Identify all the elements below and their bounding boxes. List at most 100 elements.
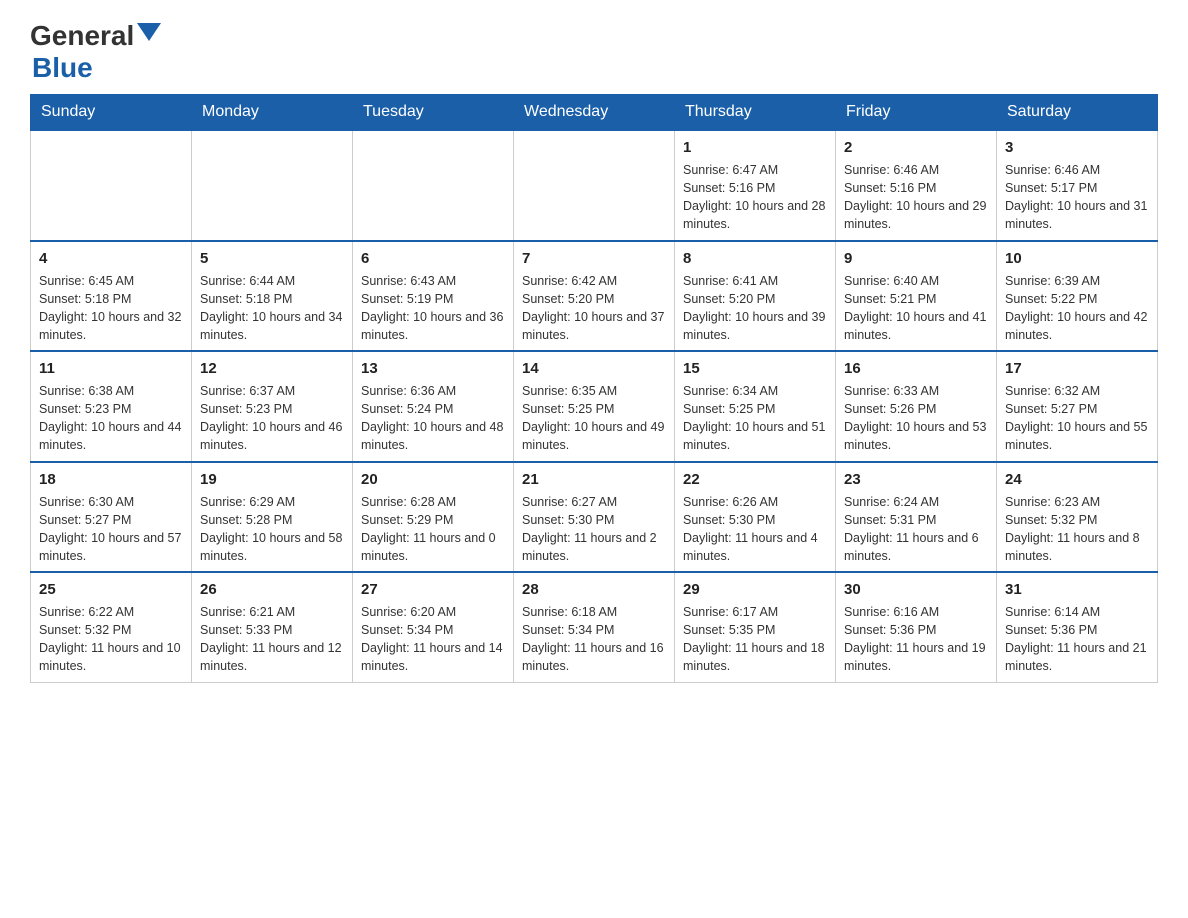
page-header: General Blue [30,20,1158,84]
calendar-day-cell [514,130,675,241]
calendar-day-cell: 28 Sunrise: 6:18 AM Sunset: 5:34 PM Dayli… [514,572,675,682]
day-number: 31 [1005,579,1149,600]
calendar-header-wednesday: Wednesday [514,95,675,131]
day-number: 2 [844,137,988,158]
day-number: 26 [200,579,344,600]
calendar-day-cell: 29 Sunrise: 6:17 AM Sunset: 5:35 PM Dayli… [675,572,836,682]
calendar-day-cell: 12 Sunrise: 6:37 AM Sunset: 5:23 PM Dayli… [192,351,353,462]
calendar-header-row: SundayMondayTuesdayWednesdayThursdayFrid… [31,95,1158,131]
calendar-day-cell: 14Sunrise: 6:35 AM Sunset: 5:25 PM Dayli… [514,351,675,462]
calendar-header-friday: Friday [836,95,997,131]
day-info: Sunrise: 6:36 AM Sunset: 5:24 PM Dayligh… [361,382,505,455]
day-info: Sunrise: 6:18 AM Sunset: 5:34 PM Dayligh… [522,603,666,676]
day-number: 7 [522,248,666,269]
calendar-day-cell: 5 Sunrise: 6:44 AM Sunset: 5:18 PM Daylig… [192,241,353,352]
day-info: Sunrise: 6:47 AM Sunset: 5:16 PM Dayligh… [683,161,827,234]
day-number: 23 [844,469,988,490]
calendar-day-cell: 6 Sunrise: 6:43 AM Sunset: 5:19 PM Daylig… [353,241,514,352]
calendar-day-cell [31,130,192,241]
day-info: Sunrise: 6:37 AM Sunset: 5:23 PM Dayligh… [200,382,344,455]
day-info: Sunrise: 6:45 AM Sunset: 5:18 PM Dayligh… [39,272,183,345]
calendar-week-row: 4 Sunrise: 6:45 AM Sunset: 5:18 PM Daylig… [31,241,1158,352]
calendar-day-cell: 19 Sunrise: 6:29 AM Sunset: 5:28 PM Dayli… [192,462,353,573]
day-number: 3 [1005,137,1149,158]
day-number: 30 [844,579,988,600]
day-info: Sunrise: 6:16 AM Sunset: 5:36 PM Dayligh… [844,603,988,676]
day-number: 5 [200,248,344,269]
day-info: Sunrise: 6:44 AM Sunset: 5:18 PM Dayligh… [200,272,344,345]
day-info: Sunrise: 6:29 AM Sunset: 5:28 PM Dayligh… [200,493,344,566]
day-info: Sunrise: 6:24 AM Sunset: 5:31 PM Dayligh… [844,493,988,566]
day-info: Sunrise: 6:40 AM Sunset: 5:21 PM Dayligh… [844,272,988,345]
day-info: Sunrise: 6:17 AM Sunset: 5:35 PM Dayligh… [683,603,827,676]
calendar-day-cell: 1 Sunrise: 6:47 AM Sunset: 5:16 PM Daylig… [675,130,836,241]
logo-blue-text: Blue [32,52,93,83]
day-number: 9 [844,248,988,269]
calendar-day-cell: 4 Sunrise: 6:45 AM Sunset: 5:18 PM Daylig… [31,241,192,352]
calendar-header-saturday: Saturday [997,95,1158,131]
day-number: 16 [844,358,988,379]
calendar-day-cell: 8 Sunrise: 6:41 AM Sunset: 5:20 PM Daylig… [675,241,836,352]
calendar-day-cell: 26 Sunrise: 6:21 AM Sunset: 5:33 PM Dayli… [192,572,353,682]
day-info: Sunrise: 6:14 AM Sunset: 5:36 PM Dayligh… [1005,603,1149,676]
day-number: 28 [522,579,666,600]
calendar-day-cell: 10 Sunrise: 6:39 AM Sunset: 5:22 PM Dayli… [997,241,1158,352]
calendar-table: SundayMondayTuesdayWednesdayThursdayFrid… [30,94,1158,683]
calendar-week-row: 11Sunrise: 6:38 AM Sunset: 5:23 PM Dayli… [31,351,1158,462]
day-number: 6 [361,248,505,269]
day-number: 22 [683,469,827,490]
day-info: Sunrise: 6:41 AM Sunset: 5:20 PM Dayligh… [683,272,827,345]
calendar-day-cell: 18Sunrise: 6:30 AM Sunset: 5:27 PM Dayli… [31,462,192,573]
day-info: Sunrise: 6:42 AM Sunset: 5:20 PM Dayligh… [522,272,666,345]
calendar-week-row: 18Sunrise: 6:30 AM Sunset: 5:27 PM Dayli… [31,462,1158,573]
calendar-day-cell: 13 Sunrise: 6:36 AM Sunset: 5:24 PM Dayli… [353,351,514,462]
calendar-week-row: 1 Sunrise: 6:47 AM Sunset: 5:16 PM Daylig… [31,130,1158,241]
logo: General Blue [30,20,161,84]
day-number: 24 [1005,469,1149,490]
day-info: Sunrise: 6:46 AM Sunset: 5:17 PM Dayligh… [1005,161,1149,234]
day-info: Sunrise: 6:43 AM Sunset: 5:19 PM Dayligh… [361,272,505,345]
day-info: Sunrise: 6:26 AM Sunset: 5:30 PM Dayligh… [683,493,827,566]
calendar-day-cell: 16 Sunrise: 6:33 AM Sunset: 5:26 PM Dayli… [836,351,997,462]
day-info: Sunrise: 6:46 AM Sunset: 5:16 PM Dayligh… [844,161,988,234]
calendar-day-cell: 2 Sunrise: 6:46 AM Sunset: 5:16 PM Daylig… [836,130,997,241]
day-info: Sunrise: 6:30 AM Sunset: 5:27 PM Dayligh… [39,493,183,566]
day-number: 11 [39,358,183,379]
calendar-day-cell: 30 Sunrise: 6:16 AM Sunset: 5:36 PM Dayli… [836,572,997,682]
day-info: Sunrise: 6:39 AM Sunset: 5:22 PM Dayligh… [1005,272,1149,345]
day-info: Sunrise: 6:23 AM Sunset: 5:32 PM Dayligh… [1005,493,1149,566]
calendar-day-cell: 21 Sunrise: 6:27 AM Sunset: 5:30 PM Dayli… [514,462,675,573]
calendar-header-sunday: Sunday [31,95,192,131]
day-info: Sunrise: 6:22 AM Sunset: 5:32 PM Dayligh… [39,603,183,676]
day-info: Sunrise: 6:33 AM Sunset: 5:26 PM Dayligh… [844,382,988,455]
day-info: Sunrise: 6:35 AM Sunset: 5:25 PM Dayligh… [522,382,666,455]
calendar-week-row: 25 Sunrise: 6:22 AM Sunset: 5:32 PM Dayli… [31,572,1158,682]
day-number: 10 [1005,248,1149,269]
day-number: 15 [683,358,827,379]
day-number: 1 [683,137,827,158]
day-number: 12 [200,358,344,379]
day-number: 25 [39,579,183,600]
calendar-day-cell: 22 Sunrise: 6:26 AM Sunset: 5:30 PM Dayli… [675,462,836,573]
calendar-day-cell: 20 Sunrise: 6:28 AM Sunset: 5:29 PM Dayli… [353,462,514,573]
day-number: 21 [522,469,666,490]
day-number: 4 [39,248,183,269]
calendar-day-cell: 11Sunrise: 6:38 AM Sunset: 5:23 PM Dayli… [31,351,192,462]
day-number: 27 [361,579,505,600]
calendar-header-tuesday: Tuesday [353,95,514,131]
day-info: Sunrise: 6:28 AM Sunset: 5:29 PM Dayligh… [361,493,505,566]
day-number: 19 [200,469,344,490]
calendar-header-thursday: Thursday [675,95,836,131]
day-info: Sunrise: 6:20 AM Sunset: 5:34 PM Dayligh… [361,603,505,676]
calendar-day-cell: 23 Sunrise: 6:24 AM Sunset: 5:31 PM Dayli… [836,462,997,573]
day-info: Sunrise: 6:27 AM Sunset: 5:30 PM Dayligh… [522,493,666,566]
day-number: 13 [361,358,505,379]
day-number: 8 [683,248,827,269]
calendar-day-cell: 7 Sunrise: 6:42 AM Sunset: 5:20 PM Daylig… [514,241,675,352]
day-number: 29 [683,579,827,600]
calendar-day-cell: 3 Sunrise: 6:46 AM Sunset: 5:17 PM Daylig… [997,130,1158,241]
day-info: Sunrise: 6:21 AM Sunset: 5:33 PM Dayligh… [200,603,344,676]
calendar-day-cell [353,130,514,241]
calendar-day-cell: 27 Sunrise: 6:20 AM Sunset: 5:34 PM Dayli… [353,572,514,682]
day-number: 20 [361,469,505,490]
